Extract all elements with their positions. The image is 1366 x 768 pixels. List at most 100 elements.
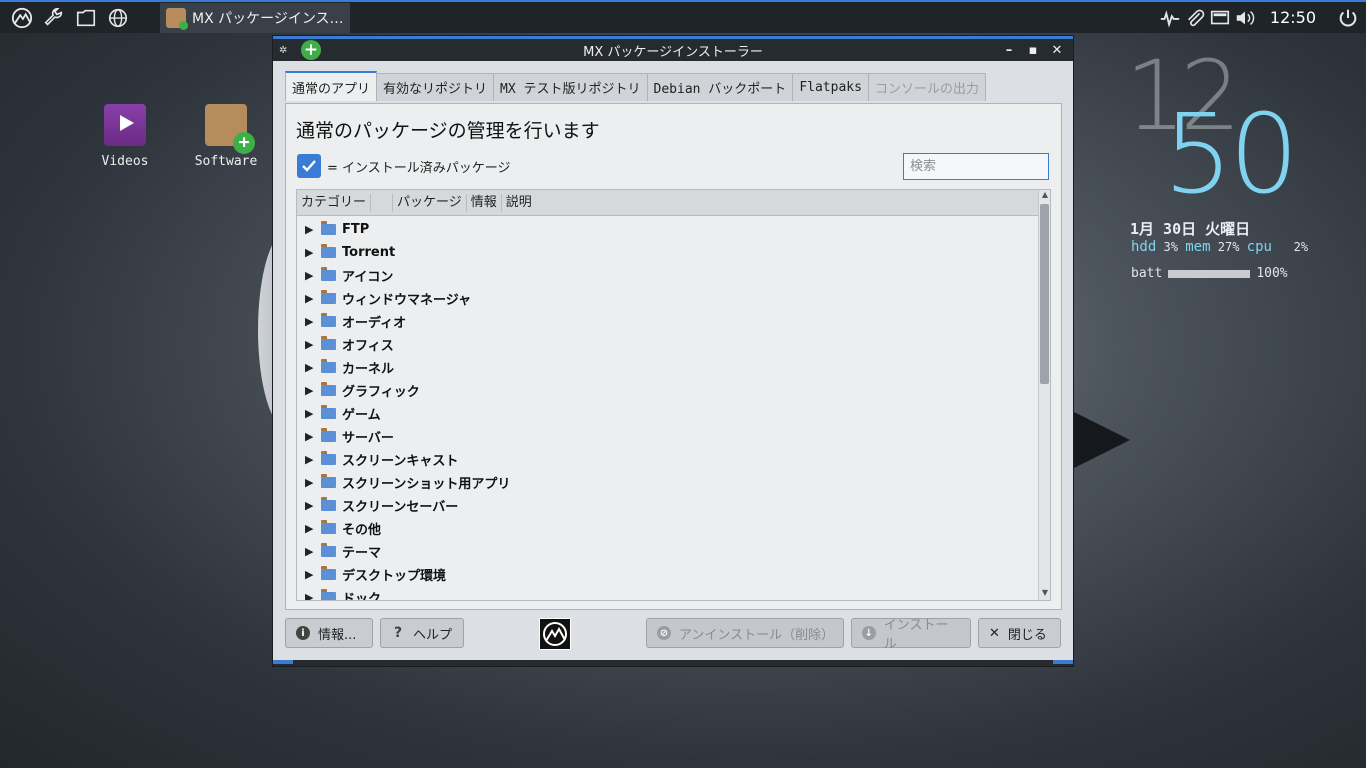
conky-date: 1月 30日 火曜日 [1130, 220, 1251, 238]
tree-row[interactable]: ▶ デスクトップ環境 [297, 563, 1039, 586]
tree-row[interactable]: ▶ オーディオ [297, 310, 1039, 333]
tree-row[interactable]: ▶ オフィス [297, 333, 1039, 356]
battery-bar [1168, 269, 1251, 278]
expand-arrow-icon[interactable]: ▶ [305, 545, 315, 558]
category-label: Torrent [342, 245, 396, 260]
globe-icon[interactable] [102, 3, 134, 33]
battery-bar-fill [1168, 269, 1251, 278]
tree-rows: ▶ FTP ▶ Torrent ▶ アイコン ▶ ウィンドウマネージャ ▶ オーディオ ▶ オフィス ▶… [297, 216, 1050, 600]
column-category[interactable]: カテゴリー [297, 193, 372, 212]
window-titlebar[interactable]: ✲ + MX パッケージインストーラー – ▪ ✕ [273, 36, 1073, 61]
scroll-thumb[interactable] [1040, 204, 1049, 384]
category-label: ゲーム [342, 408, 381, 423]
activity-icon[interactable] [1158, 3, 1183, 33]
expand-arrow-icon[interactable]: ▶ [305, 269, 315, 282]
tree-row[interactable]: ▶ Torrent [297, 241, 1039, 264]
folder-icon [321, 474, 336, 488]
batt-value: 100% [1256, 266, 1288, 281]
expand-arrow-icon[interactable]: ▶ [305, 384, 315, 397]
folder-icon [321, 359, 336, 373]
no-entry-icon: ⊘ [657, 626, 671, 640]
category-label: オフィス [342, 339, 394, 354]
folder-icon[interactable] [70, 3, 102, 33]
close-icon[interactable]: ✕ [1045, 43, 1069, 58]
expand-arrow-icon[interactable]: ▶ [305, 453, 315, 466]
expand-arrow-icon[interactable]: ▶ [305, 315, 315, 328]
uninstall-button-label: アンインストール（削除） [678, 627, 835, 643]
folder-icon [321, 451, 336, 465]
window-menu-icon[interactable]: ✲ [279, 45, 297, 56]
wrench-icon[interactable] [38, 3, 70, 33]
tree-row[interactable]: ▶ カーネル [297, 356, 1039, 379]
folder-icon [321, 405, 336, 419]
window-bottom-border [273, 660, 1073, 666]
expand-arrow-icon[interactable]: ▶ [305, 499, 315, 512]
expand-arrow-icon[interactable]: ▶ [305, 522, 315, 535]
checkmark-icon [297, 154, 321, 178]
close-x-icon: ✕ [989, 625, 1000, 641]
close-button[interactable]: ✕ 閉じる [978, 618, 1061, 648]
category-label: オーディオ [342, 316, 407, 331]
taskbar-window-button[interactable]: MX パッケージインス… [160, 2, 350, 33]
maximize-icon[interactable]: ▪ [1021, 43, 1045, 58]
panel-clock[interactable]: 12:50 [1270, 8, 1316, 27]
power-icon[interactable] [1330, 3, 1366, 33]
minimize-icon[interactable]: – [997, 43, 1021, 58]
tree-row[interactable]: ▶ アイコン [297, 264, 1039, 287]
package-installer-window: ✲ + MX パッケージインストーラー – ▪ ✕ 通常のアプリ 有効なリポジト… [272, 35, 1074, 667]
vertical-scrollbar[interactable]: ▲ ▼ [1038, 190, 1050, 600]
info-button[interactable]: i 情報... [285, 618, 373, 648]
display-icon[interactable] [1208, 3, 1233, 33]
tree-row[interactable]: ▶ スクリーンセーバー [297, 494, 1039, 517]
volume-icon[interactable] [1233, 3, 1258, 33]
download-icon: ↓ [862, 626, 876, 640]
mx-menu-icon[interactable] [6, 3, 38, 33]
expand-arrow-icon[interactable]: ▶ [305, 476, 315, 489]
tab-enabled-repos[interactable]: 有効なリポジトリ [376, 73, 495, 101]
tree-row[interactable]: ▶ ゲーム [297, 402, 1039, 425]
folder-icon [321, 520, 336, 534]
scroll-down-icon[interactable]: ▼ [1039, 588, 1050, 600]
expand-arrow-icon[interactable]: ▶ [305, 223, 315, 236]
scroll-up-icon[interactable]: ▲ [1039, 190, 1050, 202]
expand-arrow-icon[interactable]: ▶ [305, 430, 315, 443]
expand-arrow-icon[interactable]: ▶ [305, 407, 315, 420]
expand-arrow-icon[interactable]: ▶ [305, 568, 315, 581]
folder-icon [321, 267, 336, 281]
search-input[interactable] [903, 153, 1049, 180]
folder-icon [321, 428, 336, 442]
tree-row[interactable]: ▶ スクリーンショット用アプリ [297, 471, 1039, 494]
tree-row[interactable]: ▶ その他 [297, 517, 1039, 540]
desktop-icon-software[interactable]: + Software [186, 104, 266, 169]
folder-icon [321, 221, 336, 235]
tab-mx-test-repo[interactable]: MX テスト版リポジトリ [493, 73, 648, 101]
installed-legend: = インストール済みパッケージ [297, 154, 511, 178]
expand-arrow-icon[interactable]: ▶ [305, 338, 315, 351]
category-label: グラフィック [342, 385, 420, 400]
tree-row[interactable]: ▶ サーバー [297, 425, 1039, 448]
desktop-icon-videos[interactable]: Videos [85, 104, 165, 169]
tree-row[interactable]: ▶ FTP [297, 218, 1039, 241]
mem-value: 27% [1217, 240, 1240, 254]
tree-row[interactable]: ▶ ドック [297, 586, 1039, 600]
install-button: ↓ インストール [851, 618, 971, 652]
column-package[interactable]: パッケージ [393, 193, 467, 212]
tree-row[interactable]: ▶ テーマ [297, 540, 1039, 563]
column-info[interactable]: 情報 [467, 193, 502, 212]
clip-icon[interactable] [1183, 3, 1208, 33]
tree-row[interactable]: ▶ グラフィック [297, 379, 1039, 402]
expand-arrow-icon[interactable]: ▶ [305, 361, 315, 374]
tree-row[interactable]: ▶ スクリーンキャスト [297, 448, 1039, 471]
column-check[interactable] [371, 193, 394, 212]
help-button[interactable]: ? ヘルプ [380, 618, 464, 648]
tab-popular-apps[interactable]: 通常のアプリ [285, 71, 378, 101]
expand-arrow-icon[interactable]: ▶ [305, 292, 315, 305]
column-description[interactable]: 説明 [502, 194, 536, 212]
tree-row[interactable]: ▶ ウィンドウマネージャ [297, 287, 1039, 310]
tab-flatpaks[interactable]: Flatpaks [792, 73, 869, 101]
legend-text: = インストール済みパッケージ [327, 160, 511, 176]
expand-arrow-icon[interactable]: ▶ [305, 246, 315, 259]
tab-debian-backports[interactable]: Debian バックポート [646, 73, 794, 101]
expand-arrow-icon[interactable]: ▶ [305, 591, 315, 600]
package-tree: カテゴリー パッケージ 情報 説明 ▶ FTP ▶ Torrent ▶ アイコン ▶ ウィンド… [296, 189, 1051, 601]
